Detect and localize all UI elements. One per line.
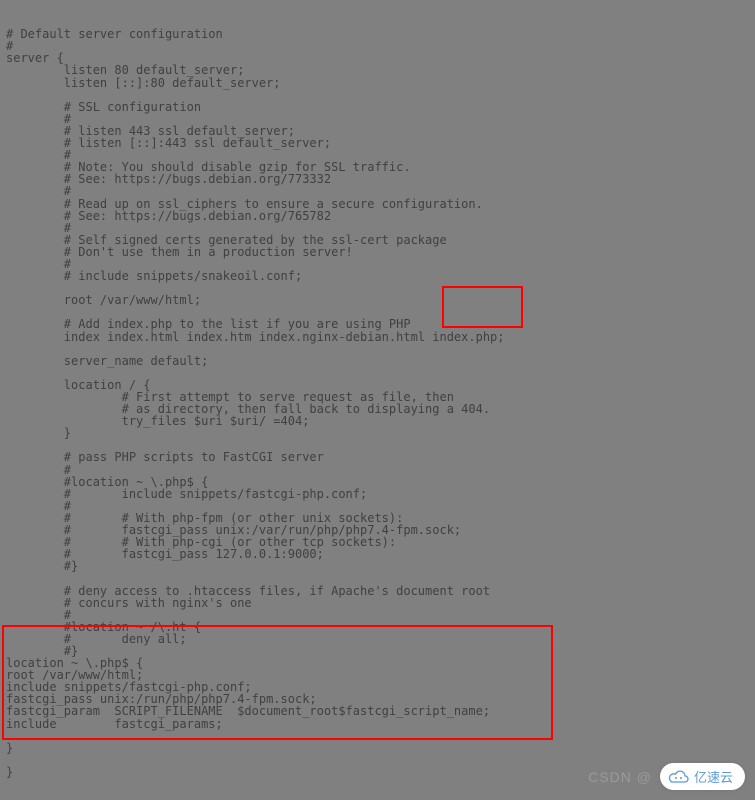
brand-name: 亿速云: [694, 767, 733, 786]
watermark-bar: CSDN @ 亿速云: [588, 763, 745, 790]
cloud-icon: [668, 770, 690, 784]
csdn-watermark-text: CSDN @: [588, 769, 652, 785]
brand-badge: 亿速云: [660, 763, 745, 790]
nginx-config-code: # Default server configuration # server …: [6, 4, 749, 790]
code-block: # Default server configuration # server …: [6, 28, 749, 778]
